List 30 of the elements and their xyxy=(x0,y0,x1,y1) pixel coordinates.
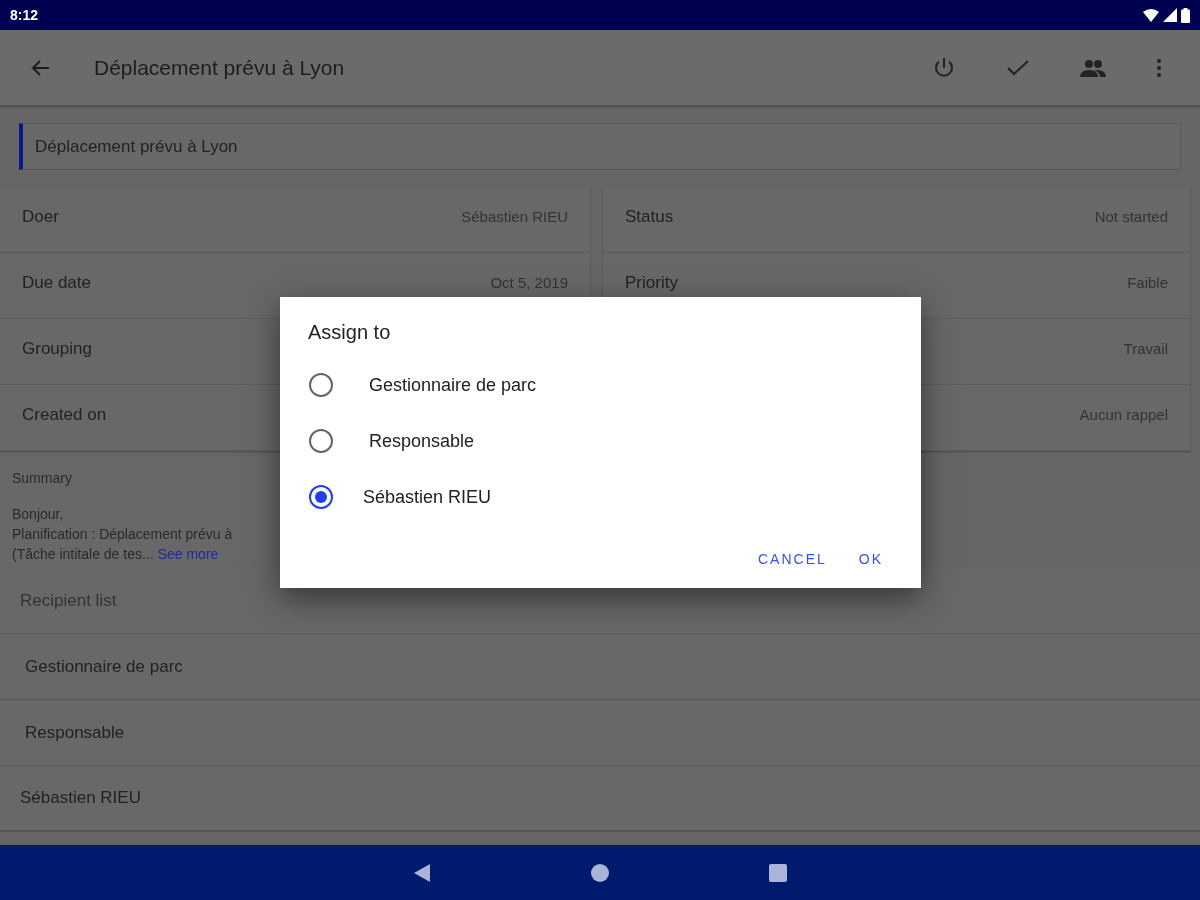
radio-button[interactable] xyxy=(309,373,333,397)
back-nav-icon[interactable] xyxy=(413,862,431,883)
radio-button[interactable] xyxy=(309,485,333,509)
option-label[interactable]: Sébastien RIEU xyxy=(363,483,492,511)
status-time: 8:12 xyxy=(10,5,39,25)
field-label: Doer xyxy=(22,205,59,228)
summary-label: Summary xyxy=(12,469,73,488)
battery-icon xyxy=(1181,7,1190,23)
check-icon[interactable] xyxy=(1006,57,1030,78)
power-icon[interactable] xyxy=(932,55,956,80)
home-nav-icon[interactable] xyxy=(591,863,609,882)
field-label: Grouping xyxy=(22,337,92,360)
app-title: Déplacement prévu à Lyon xyxy=(94,54,346,81)
signal-icon xyxy=(1163,8,1177,22)
field-label: Status xyxy=(625,205,674,228)
option-label[interactable]: Responsable xyxy=(369,427,475,455)
more-icon[interactable] xyxy=(1156,57,1162,78)
summary-text: (Tâche intitale de tes... xyxy=(12,545,154,563)
summary-text: Planification : Déplacement prévu à xyxy=(12,525,234,543)
field-label: Priority xyxy=(625,271,678,294)
summary-text: Bonjour, xyxy=(12,505,65,523)
option-label[interactable]: Gestionnaire de parc xyxy=(369,371,537,399)
wifi-icon xyxy=(1143,8,1159,22)
dialog-title: Assign to xyxy=(308,320,391,345)
people-icon[interactable] xyxy=(1080,58,1106,77)
field-label: Created on xyxy=(22,403,107,426)
recents-nav-icon[interactable] xyxy=(769,863,787,882)
field-label: Due date xyxy=(22,271,91,294)
radio-button[interactable] xyxy=(309,429,333,453)
back-arrow-icon[interactable] xyxy=(30,58,50,77)
